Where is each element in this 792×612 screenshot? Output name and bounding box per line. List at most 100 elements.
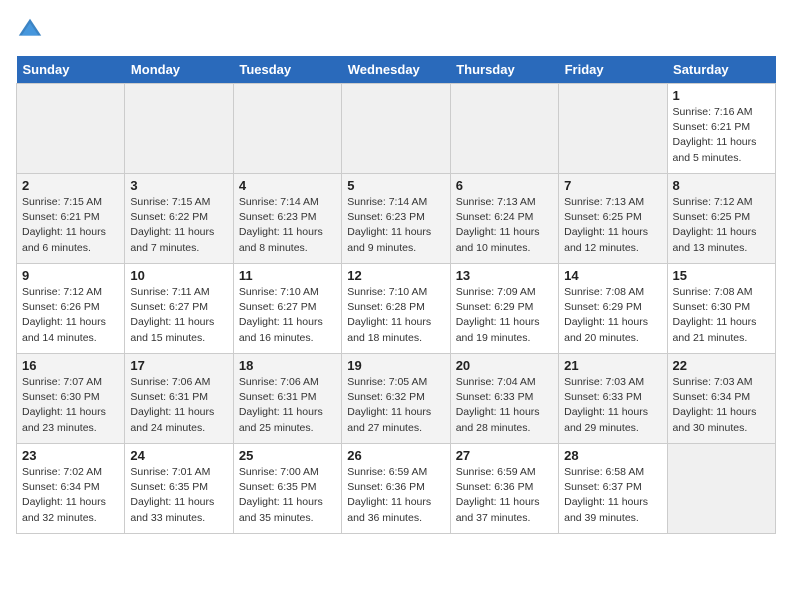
day-info: Sunrise: 7:13 AMSunset: 6:25 PMDaylight:… — [564, 195, 661, 256]
calendar-cell: 17 Sunrise: 7:06 AMSunset: 6:31 PMDayligh… — [125, 354, 233, 444]
weekday-header-sunday: Sunday — [17, 56, 125, 84]
day-number: 2 — [22, 178, 119, 193]
calendar-cell: 3 Sunrise: 7:15 AMSunset: 6:22 PMDaylight… — [125, 174, 233, 264]
day-number: 15 — [673, 268, 770, 283]
calendar-cell: 4 Sunrise: 7:14 AMSunset: 6:23 PMDaylight… — [233, 174, 341, 264]
weekday-header-wednesday: Wednesday — [342, 56, 450, 84]
day-number: 26 — [347, 448, 444, 463]
weekday-header-tuesday: Tuesday — [233, 56, 341, 84]
day-number: 5 — [347, 178, 444, 193]
calendar-cell: 27 Sunrise: 6:59 AMSunset: 6:36 PMDayligh… — [450, 444, 558, 534]
day-number: 22 — [673, 358, 770, 373]
calendar-cell: 25 Sunrise: 7:00 AMSunset: 6:35 PMDayligh… — [233, 444, 341, 534]
day-info: Sunrise: 6:59 AMSunset: 6:36 PMDaylight:… — [456, 465, 553, 526]
calendar-cell — [342, 84, 450, 174]
calendar-cell: 10 Sunrise: 7:11 AMSunset: 6:27 PMDayligh… — [125, 264, 233, 354]
calendar-cell: 8 Sunrise: 7:12 AMSunset: 6:25 PMDaylight… — [667, 174, 775, 264]
day-number: 13 — [456, 268, 553, 283]
weekday-header-friday: Friday — [559, 56, 667, 84]
calendar-cell — [17, 84, 125, 174]
day-info: Sunrise: 7:05 AMSunset: 6:32 PMDaylight:… — [347, 375, 444, 436]
day-info: Sunrise: 7:02 AMSunset: 6:34 PMDaylight:… — [22, 465, 119, 526]
weekday-header-thursday: Thursday — [450, 56, 558, 84]
day-info: Sunrise: 7:09 AMSunset: 6:29 PMDaylight:… — [456, 285, 553, 346]
calendar-cell: 16 Sunrise: 7:07 AMSunset: 6:30 PMDayligh… — [17, 354, 125, 444]
calendar-cell: 13 Sunrise: 7:09 AMSunset: 6:29 PMDayligh… — [450, 264, 558, 354]
logo — [16, 16, 48, 44]
calendar-cell: 7 Sunrise: 7:13 AMSunset: 6:25 PMDaylight… — [559, 174, 667, 264]
day-number: 7 — [564, 178, 661, 193]
day-info: Sunrise: 6:58 AMSunset: 6:37 PMDaylight:… — [564, 465, 661, 526]
calendar-cell: 20Sunrise: 7:04 AMSunset: 6:33 PMDayligh… — [450, 354, 558, 444]
day-info: Sunrise: 7:04 AMSunset: 6:33 PMDaylight:… — [456, 375, 553, 436]
day-number: 28 — [564, 448, 661, 463]
day-info: Sunrise: 7:14 AMSunset: 6:23 PMDaylight:… — [239, 195, 336, 256]
day-info: Sunrise: 7:03 AMSunset: 6:33 PMDaylight:… — [564, 375, 661, 436]
logo-icon — [16, 16, 44, 44]
day-number: 8 — [673, 178, 770, 193]
calendar-cell — [559, 84, 667, 174]
calendar-cell: 15 Sunrise: 7:08 AMSunset: 6:30 PMDayligh… — [667, 264, 775, 354]
calendar-cell: 18 Sunrise: 7:06 AMSunset: 6:31 PMDayligh… — [233, 354, 341, 444]
calendar-week-4: 16 Sunrise: 7:07 AMSunset: 6:30 PMDayligh… — [17, 354, 776, 444]
day-number: 14 — [564, 268, 661, 283]
day-number: 10 — [130, 268, 227, 283]
calendar-cell: 24 Sunrise: 7:01 AMSunset: 6:35 PMDayligh… — [125, 444, 233, 534]
day-info: Sunrise: 7:15 AMSunset: 6:21 PMDaylight:… — [22, 195, 119, 256]
calendar-cell: 6Sunrise: 7:13 AMSunset: 6:24 PMDaylight… — [450, 174, 558, 264]
day-number: 11 — [239, 268, 336, 283]
calendar-cell: 28 Sunrise: 6:58 AMSunset: 6:37 PMDayligh… — [559, 444, 667, 534]
calendar-week-5: 23 Sunrise: 7:02 AMSunset: 6:34 PMDayligh… — [17, 444, 776, 534]
day-info: Sunrise: 7:14 AMSunset: 6:23 PMDaylight:… — [347, 195, 444, 256]
calendar-cell — [125, 84, 233, 174]
calendar-cell: 2 Sunrise: 7:15 AMSunset: 6:21 PMDaylight… — [17, 174, 125, 264]
page-header — [16, 16, 776, 44]
day-number: 24 — [130, 448, 227, 463]
calendar-cell: 14 Sunrise: 7:08 AMSunset: 6:29 PMDayligh… — [559, 264, 667, 354]
day-info: Sunrise: 7:12 AMSunset: 6:26 PMDaylight:… — [22, 285, 119, 346]
day-number: 9 — [22, 268, 119, 283]
calendar-cell: 26 Sunrise: 6:59 AMSunset: 6:36 PMDayligh… — [342, 444, 450, 534]
day-info: Sunrise: 7:08 AMSunset: 6:29 PMDaylight:… — [564, 285, 661, 346]
day-number: 4 — [239, 178, 336, 193]
day-info: Sunrise: 7:10 AMSunset: 6:27 PMDaylight:… — [239, 285, 336, 346]
calendar-week-3: 9 Sunrise: 7:12 AMSunset: 6:26 PMDaylight… — [17, 264, 776, 354]
calendar-week-2: 2 Sunrise: 7:15 AMSunset: 6:21 PMDaylight… — [17, 174, 776, 264]
calendar-cell — [233, 84, 341, 174]
day-number: 19 — [347, 358, 444, 373]
calendar-week-1: 1Sunrise: 7:16 AMSunset: 6:21 PMDaylight… — [17, 84, 776, 174]
weekday-header-saturday: Saturday — [667, 56, 775, 84]
day-number: 18 — [239, 358, 336, 373]
day-info: Sunrise: 7:12 AMSunset: 6:25 PMDaylight:… — [673, 195, 770, 256]
weekday-header-row: SundayMondayTuesdayWednesdayThursdayFrid… — [17, 56, 776, 84]
calendar-cell: 23 Sunrise: 7:02 AMSunset: 6:34 PMDayligh… — [17, 444, 125, 534]
day-info: Sunrise: 7:06 AMSunset: 6:31 PMDaylight:… — [239, 375, 336, 436]
day-info: Sunrise: 7:08 AMSunset: 6:30 PMDaylight:… — [673, 285, 770, 346]
day-number: 17 — [130, 358, 227, 373]
day-info: Sunrise: 7:00 AMSunset: 6:35 PMDaylight:… — [239, 465, 336, 526]
day-number: 1 — [673, 88, 770, 103]
calendar-cell — [450, 84, 558, 174]
day-number: 16 — [22, 358, 119, 373]
calendar-cell — [667, 444, 775, 534]
calendar-cell: 9 Sunrise: 7:12 AMSunset: 6:26 PMDaylight… — [17, 264, 125, 354]
day-number: 3 — [130, 178, 227, 193]
calendar-cell: 22 Sunrise: 7:03 AMSunset: 6:34 PMDayligh… — [667, 354, 775, 444]
calendar-cell: 5 Sunrise: 7:14 AMSunset: 6:23 PMDaylight… — [342, 174, 450, 264]
day-info: Sunrise: 6:59 AMSunset: 6:36 PMDaylight:… — [347, 465, 444, 526]
day-number: 27 — [456, 448, 553, 463]
day-info: Sunrise: 7:15 AMSunset: 6:22 PMDaylight:… — [130, 195, 227, 256]
calendar-cell: 1Sunrise: 7:16 AMSunset: 6:21 PMDaylight… — [667, 84, 775, 174]
day-info: Sunrise: 7:03 AMSunset: 6:34 PMDaylight:… — [673, 375, 770, 436]
day-info: Sunrise: 7:07 AMSunset: 6:30 PMDaylight:… — [22, 375, 119, 436]
calendar-table: SundayMondayTuesdayWednesdayThursdayFrid… — [16, 56, 776, 534]
day-info: Sunrise: 7:13 AMSunset: 6:24 PMDaylight:… — [456, 195, 553, 256]
day-info: Sunrise: 7:11 AMSunset: 6:27 PMDaylight:… — [130, 285, 227, 346]
calendar-cell: 19 Sunrise: 7:05 AMSunset: 6:32 PMDayligh… — [342, 354, 450, 444]
day-number: 23 — [22, 448, 119, 463]
day-info: Sunrise: 7:06 AMSunset: 6:31 PMDaylight:… — [130, 375, 227, 436]
day-number: 12 — [347, 268, 444, 283]
calendar-cell: 21Sunrise: 7:03 AMSunset: 6:33 PMDayligh… — [559, 354, 667, 444]
day-number: 25 — [239, 448, 336, 463]
day-info: Sunrise: 7:01 AMSunset: 6:35 PMDaylight:… — [130, 465, 227, 526]
